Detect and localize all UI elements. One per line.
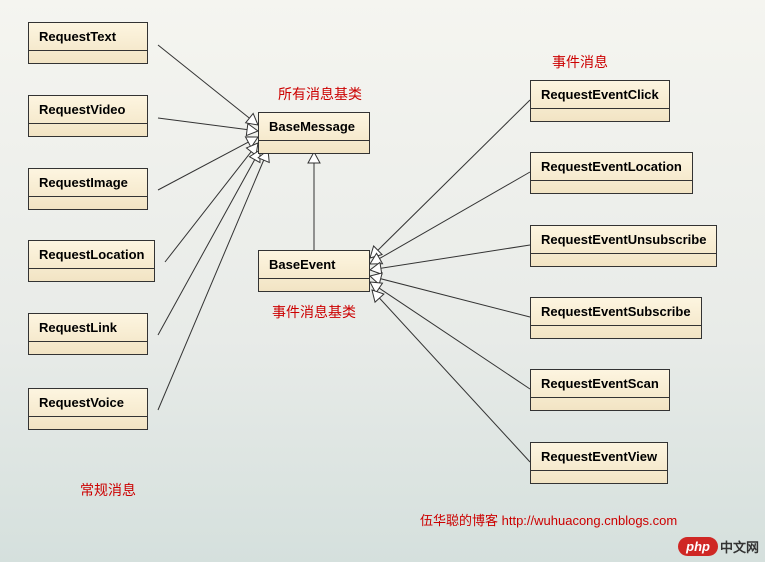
class-request-event-scan: RequestEventScan (530, 369, 670, 411)
class-body (29, 51, 147, 63)
class-request-link: RequestLink (28, 313, 148, 355)
class-title: BaseEvent (259, 251, 369, 279)
annotation-event-msg-base: 事件消息基类 (272, 302, 356, 322)
class-base-message: BaseMessage (258, 112, 370, 154)
class-body (531, 181, 692, 193)
annotation-normal-msg: 常规消息 (80, 480, 136, 500)
class-request-event-location: RequestEventLocation (530, 152, 693, 194)
class-title: RequestEventLocation (531, 153, 692, 181)
class-body (531, 398, 669, 410)
class-body (259, 279, 369, 291)
annotation-event-msg: 事件消息 (552, 52, 608, 72)
class-title: BaseMessage (259, 113, 369, 141)
php-text: 中文网 (720, 537, 759, 556)
class-body (29, 124, 147, 136)
class-title: RequestEventView (531, 443, 667, 471)
annotation-all-msg-base: 所有消息基类 (278, 84, 362, 104)
class-request-text: RequestText (28, 22, 148, 64)
class-title: RequestEventScan (531, 370, 669, 398)
class-request-image: RequestImage (28, 168, 148, 210)
class-request-event-subscribe: RequestEventSubscribe (530, 297, 702, 339)
class-request-video: RequestVideo (28, 95, 148, 137)
class-title: RequestEventClick (531, 81, 669, 109)
class-title: RequestLink (29, 314, 147, 342)
class-body (531, 471, 667, 483)
class-body (29, 342, 147, 354)
footer-credit: 伍华聪的博客 http://wuhuacong.cnblogs.com (420, 510, 677, 529)
class-body (259, 141, 369, 153)
class-title: RequestImage (29, 169, 147, 197)
php-pill: php (678, 537, 718, 556)
class-request-voice: RequestVoice (28, 388, 148, 430)
class-body (29, 269, 154, 281)
class-body (531, 109, 669, 121)
class-title: RequestVideo (29, 96, 147, 124)
class-request-event-click: RequestEventClick (530, 80, 670, 122)
class-body (531, 326, 701, 338)
class-title: RequestVoice (29, 389, 147, 417)
php-cn-badge: php 中文网 (678, 537, 759, 556)
class-body (531, 254, 716, 266)
class-request-location: RequestLocation (28, 240, 155, 282)
class-title: RequestText (29, 23, 147, 51)
class-body (29, 197, 147, 209)
class-request-event-unsubscribe: RequestEventUnsubscribe (530, 225, 717, 267)
class-title: RequestLocation (29, 241, 154, 269)
class-request-event-view: RequestEventView (530, 442, 668, 484)
class-base-event: BaseEvent (258, 250, 370, 292)
class-title: RequestEventUnsubscribe (531, 226, 716, 254)
class-title: RequestEventSubscribe (531, 298, 701, 326)
class-body (29, 417, 147, 429)
